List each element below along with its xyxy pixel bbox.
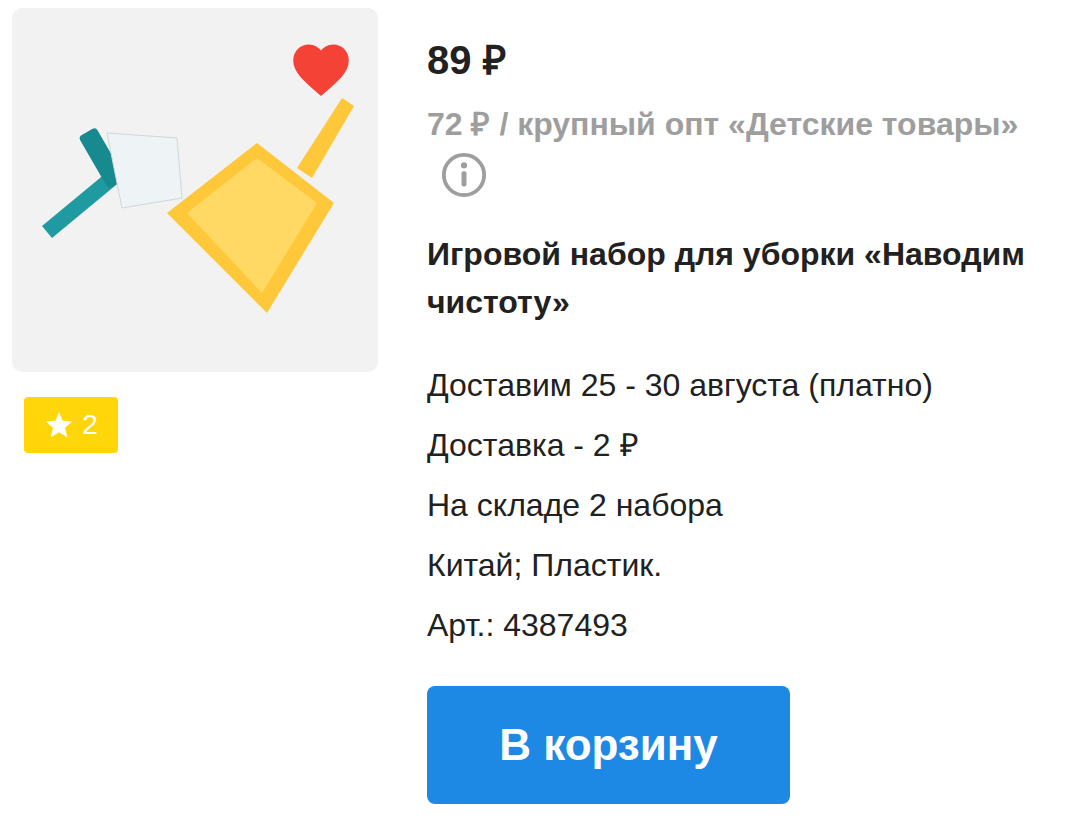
info-icon[interactable] [441, 152, 487, 198]
rating-badge: 2 [24, 397, 118, 453]
media-column: 2 [12, 8, 378, 453]
add-to-cart-button[interactable]: В корзину [427, 686, 790, 804]
info-column: 89 ₽ 72 ₽ / крупный опт «Детские товары» И… [427, 8, 1037, 804]
detail-row: Арт.: 4387493 [427, 595, 933, 655]
detail-row: Доставим 25 - 30 августа (платно) [427, 355, 933, 415]
price: 89 ₽ [427, 36, 506, 84]
details-list: Доставим 25 - 30 августа (платно)Доставк… [427, 355, 933, 655]
star-icon [44, 410, 74, 440]
detail-row: На складе 2 набора [427, 475, 933, 535]
heart-icon[interactable] [292, 44, 350, 96]
wholesale-text: 72 ₽ / крупный опт «Детские товары» [427, 106, 1018, 142]
product-card: 2 89 ₽ 72 ₽ / крупный опт «Детские товары»… [0, 0, 1080, 837]
detail-row: Китай; Пластик. [427, 535, 933, 595]
wholesale-price: 72 ₽ / крупный опт «Детские товары» [427, 100, 1037, 198]
product-image[interactable] [12, 8, 378, 372]
product-title[interactable]: Игровой набор для уборки «Наводим чистот… [427, 230, 1037, 326]
rating-count: 2 [82, 409, 98, 441]
detail-row: Доставка - 2 ₽ [427, 415, 933, 475]
